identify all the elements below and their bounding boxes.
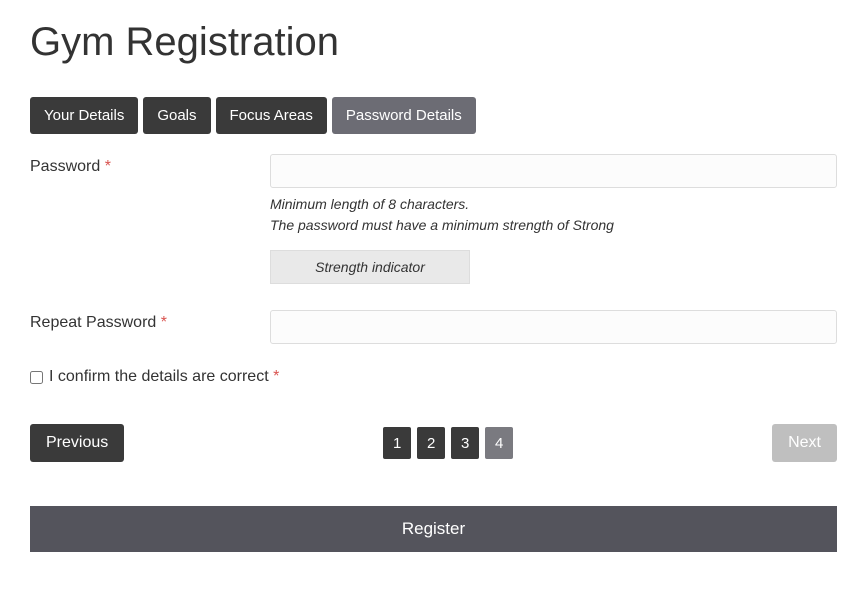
page-3[interactable]: 3 — [451, 427, 479, 459]
password-hint-line2: The password must have a minimum strengt… — [270, 215, 837, 236]
password-row: Password * Minimum length of 8 character… — [30, 154, 837, 284]
page-4[interactable]: 4 — [485, 427, 513, 459]
next-button: Next — [772, 424, 837, 462]
password-label-text: Password — [30, 158, 100, 175]
page-title: Gym Registration — [30, 20, 837, 65]
repeat-password-label: Repeat Password * — [30, 310, 270, 344]
page-2[interactable]: 2 — [417, 427, 445, 459]
pager-row: Previous 1 2 3 4 Next — [30, 424, 837, 462]
tab-your-details[interactable]: Your Details — [30, 97, 138, 134]
tab-focus-areas[interactable]: Focus Areas — [216, 97, 327, 134]
confirm-label: I confirm the details are correct * — [49, 368, 279, 386]
required-asterisk: * — [273, 368, 279, 385]
confirm-row: I confirm the details are correct * — [30, 368, 837, 386]
page-1[interactable]: 1 — [383, 427, 411, 459]
password-label: Password * — [30, 154, 270, 284]
confirm-label-text: I confirm the details are correct — [49, 368, 269, 385]
required-asterisk: * — [161, 314, 167, 331]
repeat-password-row: Repeat Password * — [30, 310, 837, 344]
tab-bar: Your Details Goals Focus Areas Password … — [30, 97, 837, 134]
strength-indicator: Strength indicator — [270, 250, 470, 284]
confirm-checkbox[interactable] — [30, 371, 43, 384]
repeat-password-label-text: Repeat Password — [30, 314, 156, 331]
tab-goals[interactable]: Goals — [143, 97, 210, 134]
repeat-password-input[interactable] — [270, 310, 837, 344]
password-input[interactable] — [270, 154, 837, 188]
register-button[interactable]: Register — [30, 506, 837, 552]
previous-button[interactable]: Previous — [30, 424, 124, 462]
page-numbers: 1 2 3 4 — [383, 427, 513, 459]
tab-password-details[interactable]: Password Details — [332, 97, 476, 134]
required-asterisk: * — [105, 158, 111, 175]
password-hint-line1: Minimum length of 8 characters. — [270, 194, 837, 215]
password-hint: Minimum length of 8 characters. The pass… — [270, 194, 837, 236]
